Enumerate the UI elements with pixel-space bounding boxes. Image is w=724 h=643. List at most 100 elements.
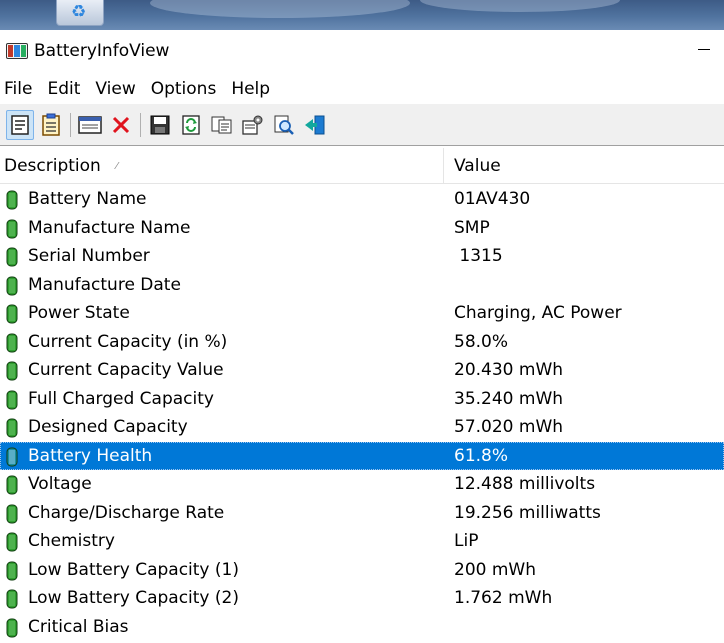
table-row[interactable]: Battery Health 61.8% [0,441,724,470]
row-value: 12.488 millivolts [454,474,596,494]
row-value: 1.762 mWh [454,588,553,608]
table-row[interactable]: Current Capacity (in %) 58.0% [0,328,724,357]
row-description: Manufacture Name [28,217,191,238]
recycle-bin-icon[interactable]: ♻ [56,0,104,26]
refresh-button[interactable] [177,110,205,140]
battery-icon [6,561,18,580]
table-row[interactable]: Manufacture Name SMP [0,214,724,243]
find-icon [274,115,294,135]
refresh-icon [182,114,200,135]
minimize-button[interactable] [698,49,710,50]
battery-icon [6,504,18,523]
menu-view[interactable]: View [91,79,141,99]
app-icon [6,43,28,59]
menu-bar: File Edit View Options Help [0,74,724,104]
clipboard-icon [42,113,60,136]
table-row[interactable]: Voltage 12.488 millivolts [0,470,724,499]
properties-icon [11,114,29,135]
row-description: Battery Health [28,445,153,466]
properties-button[interactable] [6,109,34,140]
row-value: SMP [454,217,490,238]
battery-icon [6,219,18,238]
battery-icon [6,390,18,409]
battery-info-list: Battery Name 01AV430 Manufacture Name SMP Se… [0,185,724,641]
row-value: 01AV430 [454,189,531,209]
row-description: Low Battery Capacity (1) [28,559,239,580]
row-value: 57.020 mWh [454,417,564,437]
row-description: Charge/Discharge Rate [28,502,225,523]
copy-text-button[interactable] [37,110,65,140]
row-value: LiP [454,531,479,551]
table-row[interactable]: Current Capacity Value 20.430 mWh [0,356,724,385]
table-row[interactable]: Designed Capacity 57.020 mWh [0,413,724,442]
options-icon [242,115,263,135]
save-icon [150,115,170,134]
find-button[interactable] [270,110,298,140]
title-bar: BatteryInfoView [0,30,724,72]
table-row[interactable]: Manufacture Date [0,271,724,300]
menu-edit[interactable]: Edit [43,79,86,99]
row-description: Manufacture Date [28,274,181,295]
row-description: Full Charged Capacity [28,388,214,409]
battery-icon [6,418,18,438]
battery-icon [6,247,18,267]
row-value: 58.0% [454,331,509,352]
battery-icon [6,190,18,210]
toolbar-separator [70,112,71,137]
table-row[interactable]: Full Charged Capacity 35.240 mWh [0,385,724,414]
column-header-value-label: Value [454,156,501,176]
table-row[interactable]: Charge/Discharge Rate 19.256 milliwatts [0,499,724,528]
window-title: BatteryInfoView [34,41,170,61]
battery-icon [6,618,18,637]
table-row[interactable]: Chemistry LiP [0,527,724,556]
menu-help[interactable]: Help [227,79,276,99]
table-row[interactable]: Low Battery Capacity (1) 200 mWh [0,556,724,585]
column-header-value[interactable]: Value [454,148,501,184]
menu-options[interactable]: Options [147,79,223,99]
row-value: 200 mWh [454,559,536,580]
html-report-icon [78,115,102,134]
row-description: Current Capacity Value [28,360,224,380]
row-description: Serial Number [28,246,150,266]
battery-icon [6,304,18,324]
row-value: 61.8% [454,445,509,466]
table-row[interactable]: Battery Name 01AV430 [0,185,724,214]
delete-icon [112,116,130,133]
save-button[interactable] [146,110,174,140]
row-value: Charging, AC Power [454,303,622,323]
column-header-description[interactable]: Description ⁄ [0,148,444,184]
row-description: Low Battery Capacity (2) [28,588,239,608]
row-description: Power State [28,303,130,323]
copy-icon [211,116,232,133]
row-value: 20.430 mWh [454,360,564,380]
sort-arrow-icon: ⁄ [116,161,118,172]
row-description: Chemistry [28,531,115,551]
exit-icon [305,115,325,134]
options-button[interactable] [239,110,267,140]
desktop-background: ♻ [0,0,724,30]
toolbar-separator [140,112,141,137]
table-row[interactable]: Low Battery Capacity (2) 1.762 mWh [0,584,724,613]
battery-icon [6,589,18,609]
copy-button[interactable] [208,110,236,140]
row-description: Current Capacity (in %) [28,331,228,352]
row-value: 1315 [454,246,503,266]
battery-icon [6,333,18,352]
battery-icon [6,447,18,466]
column-header-description-label: Description [4,156,101,176]
row-value: 35.240 mWh [454,388,564,409]
row-description: Critical Bias [28,616,129,637]
row-description: Designed Capacity [28,417,188,437]
toolbar [0,104,724,146]
table-row[interactable]: Serial Number 1315 [0,242,724,271]
battery-icon [6,532,18,552]
battery-icon [6,361,18,381]
row-description: Battery Name [28,189,147,209]
battery-icon [6,276,18,295]
menu-file[interactable]: File [0,79,38,99]
html-report-button[interactable] [76,110,104,140]
table-row[interactable]: Critical Bias [0,613,724,642]
table-row[interactable]: Power State Charging, AC Power [0,299,724,328]
delete-button[interactable] [107,110,135,140]
exit-button[interactable] [301,110,329,140]
